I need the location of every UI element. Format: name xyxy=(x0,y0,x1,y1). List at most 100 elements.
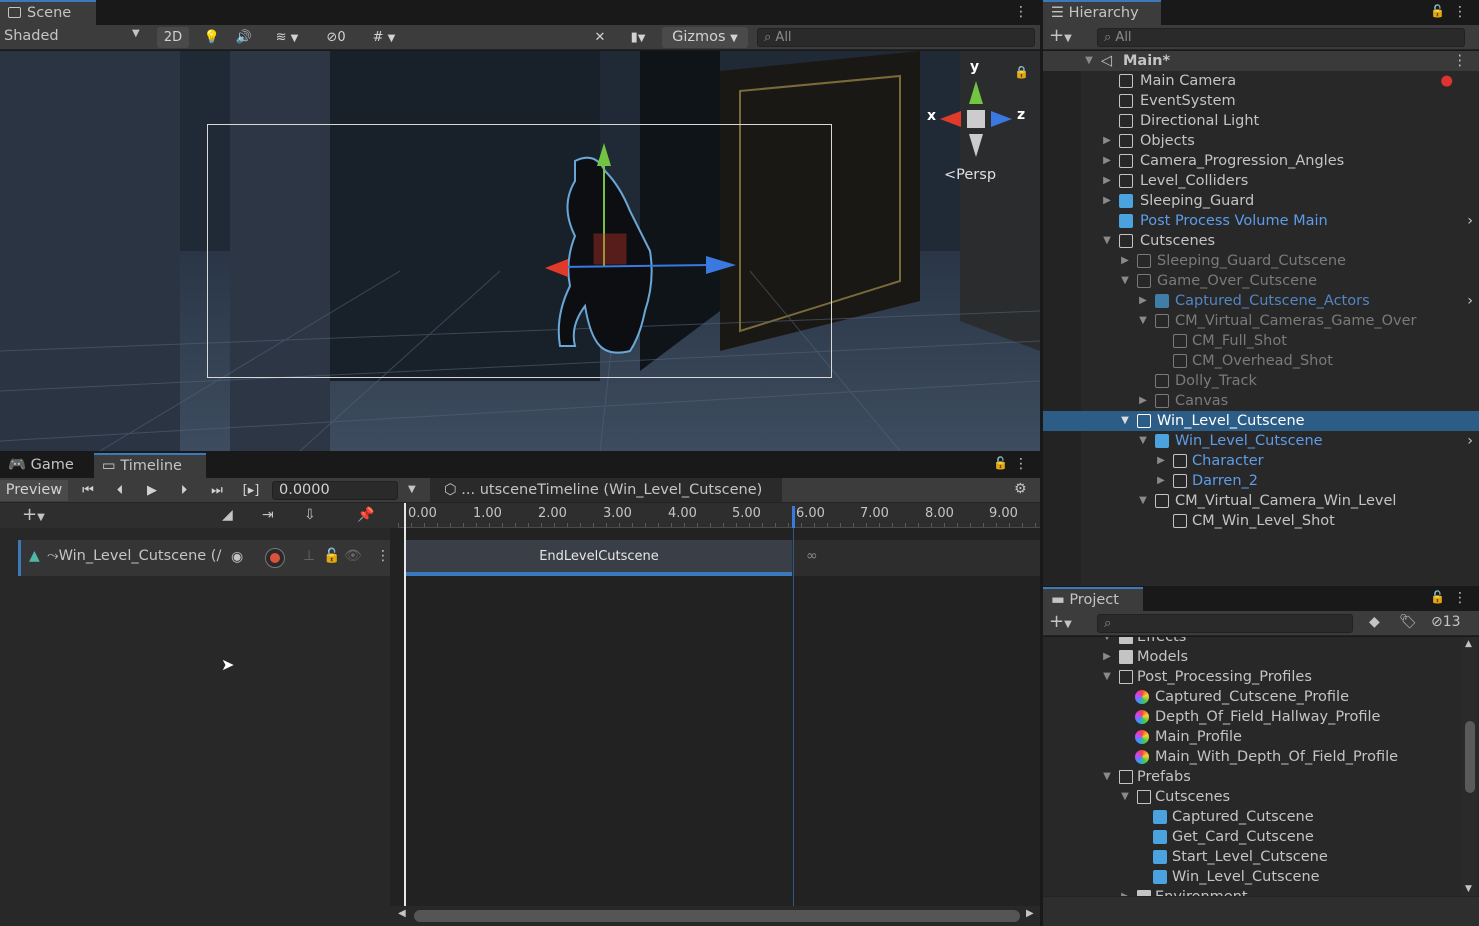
hidden-packages-toggle[interactable]: ⊘13 xyxy=(1431,614,1461,630)
chevron-down-icon[interactable]: ▼ xyxy=(1119,271,1131,291)
add-track-button[interactable]: +▼ xyxy=(22,504,45,525)
tree-item[interactable]: Directional Light xyxy=(1043,111,1479,131)
chevron-right-icon[interactable]: ▶ xyxy=(1119,887,1131,896)
project-scrollbar[interactable]: ▲ ▼ xyxy=(1463,637,1477,896)
tools-button[interactable]: ✕ xyxy=(588,27,612,48)
chevron-right-icon[interactable]: ▶ xyxy=(1137,291,1149,311)
tree-item[interactable]: ▶ Camera_Progression_Angles xyxy=(1043,151,1479,171)
track-content-area[interactable]: EndLevelCutscene ∞ xyxy=(390,503,1040,906)
axis-y-label[interactable]: y xyxy=(970,59,979,75)
chevron-right-icon[interactable]: ▶ xyxy=(1119,251,1131,271)
end-marker[interactable] xyxy=(792,506,795,528)
project-item[interactable]: ▶ Models xyxy=(1043,647,1479,667)
tab-project[interactable]: ▬ Project xyxy=(1043,587,1143,611)
project-item[interactable]: Depth_Of_Field_Hallway_Profile xyxy=(1043,707,1479,727)
toggle-2d-button[interactable]: 2D xyxy=(157,27,189,48)
project-item[interactable]: Main_With_Depth_Of_Field_Profile xyxy=(1043,747,1479,767)
timeline-more-icon[interactable]: ⋮ xyxy=(1014,456,1028,472)
effects-dropdown[interactable]: ≋ ▼ xyxy=(262,27,312,48)
chevron-down-icon[interactable]: ▼ xyxy=(408,484,416,495)
chevron-down-icon[interactable]: ▼ xyxy=(1137,311,1149,331)
track-more-icon[interactable]: ⋮ xyxy=(376,548,390,564)
tab-game[interactable]: 🎮 Game xyxy=(0,453,92,478)
time-field[interactable]: 0.0000 xyxy=(272,481,398,500)
chevron-down-icon[interactable]: ▼ xyxy=(1137,431,1149,451)
tree-item-selected[interactable]: ▼ Win_Level_Cutscene xyxy=(1043,411,1479,431)
pin-icon[interactable]: ⊥ xyxy=(303,548,315,564)
filter-by-type-icon[interactable]: ◆ xyxy=(1369,614,1380,630)
chevron-right-icon[interactable]: ▶ xyxy=(1101,191,1113,211)
track-row[interactable]: ▲ ⤳Win_Level_Cutscene (/ ◉ ⊥ 🔓 👁 ⋮ xyxy=(18,540,390,576)
tree-item[interactable]: ▶ Sleeping_Guard xyxy=(1043,191,1479,211)
chevron-down-icon[interactable]: ▼ xyxy=(1137,491,1149,511)
create-button[interactable]: +▼ xyxy=(1049,25,1072,46)
playhead[interactable] xyxy=(404,503,406,906)
tree-item[interactable]: ▼ Game_Over_Cutscene xyxy=(1043,271,1479,291)
chevron-down-icon[interactable]: ▼ xyxy=(1119,411,1131,431)
project-item[interactable]: ▶ Environment xyxy=(1043,887,1479,896)
chevron-down-icon[interactable]: ▼ xyxy=(1101,637,1113,647)
tree-item[interactable]: ▶ Sleeping_Guard_Cutscene xyxy=(1043,251,1479,271)
chevron-right-icon[interactable]: › xyxy=(1467,291,1473,311)
tree-item[interactable]: Main Camera ● xyxy=(1043,71,1479,91)
chevron-right-icon[interactable]: ▶ xyxy=(1137,391,1149,411)
gizmos-dropdown[interactable]: Gizmos ▼ xyxy=(662,27,748,48)
filter-by-label-icon[interactable]: 🏷 xyxy=(1399,614,1417,630)
scroll-right-icon[interactable]: ▶ xyxy=(1026,908,1034,919)
horizontal-scrollbar[interactable] xyxy=(414,910,1020,922)
clip-edit-mode-icon[interactable]: ◢ xyxy=(222,507,233,523)
project-item[interactable]: Start_Level_Cutscene xyxy=(1043,847,1479,867)
tree-item[interactable]: CM_Overhead_Shot xyxy=(1043,351,1479,371)
scroll-down-icon[interactable]: ▼ xyxy=(1465,884,1472,894)
lock-icon[interactable]: 🔓 xyxy=(993,456,1008,470)
tab-timeline[interactable]: ▭ Timeline xyxy=(94,453,206,478)
tree-item[interactable]: ▼ CM_Virtual_Cameras_Game_Over xyxy=(1043,311,1479,331)
chevron-right-icon[interactable]: ▶ xyxy=(1101,151,1113,171)
chevron-right-icon[interactable]: › xyxy=(1467,431,1473,451)
project-item[interactable]: ▼ Prefabs xyxy=(1043,767,1479,787)
chevron-right-icon[interactable]: ▶ xyxy=(1101,647,1113,667)
audio-toggle[interactable]: 🔊 xyxy=(230,27,258,48)
scroll-left-icon[interactable]: ◀ xyxy=(398,908,406,919)
tree-item[interactable]: ▶ Level_Colliders xyxy=(1043,171,1479,191)
time-ruler[interactable]: 0.00 1.00 2.00 3.00 4.00 5.00 6.00 7.00 … xyxy=(398,503,1040,528)
scene-more-icon[interactable]: ⋮ xyxy=(1014,4,1028,20)
project-item[interactable]: Captured_Cutscene xyxy=(1043,807,1479,827)
tree-item[interactable]: ▶ Character xyxy=(1043,451,1479,471)
tree-item[interactable]: ▶ Darren_2 xyxy=(1043,471,1479,491)
preview-button[interactable]: Preview xyxy=(0,480,68,501)
tree-item[interactable]: Dolly_Track xyxy=(1043,371,1479,391)
go-to-start-button[interactable]: ⏮ xyxy=(74,480,102,501)
tree-item[interactable]: ▼ Win_Level_Cutscene › xyxy=(1043,431,1479,451)
tree-item[interactable]: ▶ Canvas xyxy=(1043,391,1479,411)
go-to-end-button[interactable]: ⏭ xyxy=(202,480,232,501)
projection-toggle[interactable]: <Persp xyxy=(944,167,996,183)
tree-item[interactable]: ▼ Cutscenes xyxy=(1043,231,1479,251)
tree-item[interactable]: Post Process Volume Main › xyxy=(1043,211,1479,231)
lock-icon[interactable]: 🔓 xyxy=(1430,4,1445,18)
record-button[interactable] xyxy=(265,548,285,568)
gear-icon[interactable]: ⚙ xyxy=(1014,481,1027,497)
tree-item[interactable]: ▶ Captured_Cutscene_Actors › xyxy=(1043,291,1479,311)
chevron-down-icon[interactable]: ▼ xyxy=(1101,231,1113,251)
chevron-down-icon[interactable]: ▼ xyxy=(1119,787,1131,807)
chevron-right-icon[interactable]: ▶ xyxy=(1155,451,1167,471)
scene-viewport[interactable]: y x z 🔒 <Persp xyxy=(0,51,1040,451)
scene-more-icon[interactable]: ⋮ xyxy=(1453,51,1468,71)
animation-clip[interactable]: EndLevelCutscene xyxy=(406,540,792,576)
lock-icon[interactable]: 🔒 xyxy=(1014,65,1029,79)
scroll-up-icon[interactable]: ▲ xyxy=(1465,639,1472,649)
play-range-button[interactable]: [▸] xyxy=(236,480,266,501)
project-search-input[interactable]: ⌕ xyxy=(1097,614,1353,633)
grid-dropdown[interactable]: # ▼ xyxy=(360,27,408,48)
scrollbar-thumb[interactable] xyxy=(1465,721,1475,793)
project-item[interactable]: ▼ Cutscenes xyxy=(1043,787,1479,807)
project-item[interactable]: Main_Profile xyxy=(1043,727,1479,747)
tab-scene[interactable]: Scene xyxy=(0,0,96,25)
tree-item[interactable]: EventSystem xyxy=(1043,91,1479,111)
scene-search-input[interactable]: ⌕ All xyxy=(757,28,1035,47)
tree-item[interactable]: CM_Win_Level_Shot xyxy=(1043,511,1479,531)
project-item[interactable]: Get_Card_Cutscene xyxy=(1043,827,1479,847)
next-frame-button[interactable]: ⏵ xyxy=(170,480,198,501)
ripple-mode-icon[interactable]: ⇥ xyxy=(262,507,274,523)
